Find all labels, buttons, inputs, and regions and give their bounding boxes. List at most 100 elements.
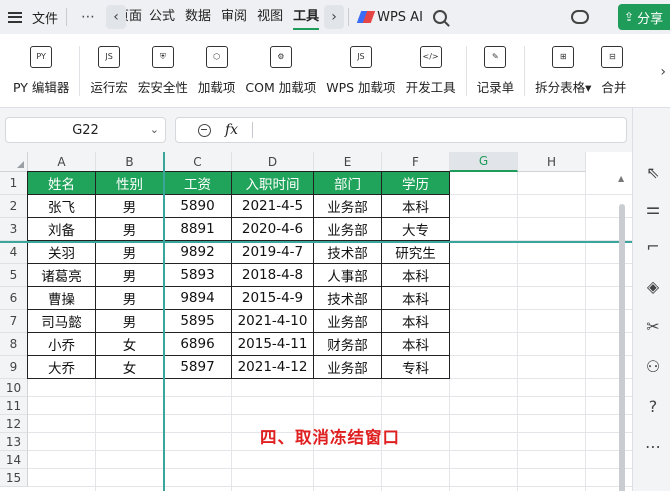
file-menu[interactable]: 文件 — [28, 8, 62, 27]
table-cell[interactable]: 男 — [96, 287, 164, 310]
table-cell[interactable]: 5890 — [164, 195, 232, 218]
com-addins-button[interactable]: ⚙ COM 加载项 — [240, 39, 321, 103]
table-cell[interactable]: 业务部 — [314, 310, 382, 333]
table-cell[interactable]: 男 — [96, 195, 164, 218]
table-cell[interactable]: 8891 — [164, 218, 232, 241]
column-header-d[interactable]: D — [232, 152, 314, 172]
vertical-scrollbar[interactable]: ▲ — [618, 174, 627, 491]
addins-button[interactable]: ⬡ 加载项 — [193, 39, 241, 103]
table-cell[interactable]: 2015-4-9 — [232, 287, 314, 310]
table-cell[interactable]: 刘备 — [28, 218, 96, 241]
tabs-scroll-left-button[interactable]: ‹ — [106, 5, 127, 29]
crop-icon[interactable]: ⌐ — [643, 236, 663, 256]
row-header-5[interactable]: 5 — [0, 264, 28, 287]
row-header-12[interactable]: 12 — [0, 415, 28, 433]
table-cell[interactable]: 大专 — [382, 218, 450, 241]
column-header-f[interactable]: F — [382, 152, 450, 172]
table-cell[interactable]: 本科 — [382, 333, 450, 356]
table-cell[interactable]: 诸葛亮 — [28, 264, 96, 287]
table-cell[interactable]: 男 — [96, 310, 164, 333]
select-all-corner[interactable] — [0, 152, 28, 172]
row-header-6[interactable]: 6 — [0, 287, 28, 310]
row-header-11[interactable]: 11 — [0, 397, 28, 415]
table-cell[interactable]: 关羽 — [28, 241, 96, 264]
column-header-h[interactable]: H — [518, 152, 586, 172]
column-header-e[interactable]: E — [314, 152, 382, 172]
table-cell[interactable]: 技术部 — [314, 287, 382, 310]
column-header-g[interactable]: G — [450, 152, 518, 172]
chevron-down-icon[interactable]: ⌄ — [150, 123, 159, 136]
table-header-cell[interactable]: 部门 — [314, 172, 382, 195]
table-cell[interactable]: 张飞 — [28, 195, 96, 218]
merge-table-button[interactable]: ⊟ 合并 — [596, 39, 626, 103]
name-box[interactable]: G22 ⌄ — [5, 117, 166, 143]
table-cell[interactable]: 5897 — [164, 356, 232, 379]
row-header-2[interactable]: 2 — [0, 195, 28, 218]
table-cell[interactable]: 本科 — [382, 264, 450, 287]
table-cell[interactable]: 男 — [96, 218, 164, 241]
style-icon[interactable]: ⚇ — [643, 356, 663, 376]
main-menu-icon[interactable] — [8, 11, 22, 23]
column-header-b[interactable]: B — [96, 152, 164, 172]
table-cell[interactable]: 业务部 — [314, 195, 382, 218]
ribbon-scroll-right-icon[interactable]: › — [660, 64, 666, 80]
wps-addins-button[interactable]: JS WPS 加载项 — [321, 39, 400, 103]
table-cell[interactable]: 技术部 — [314, 241, 382, 264]
table-header-cell[interactable]: 工资 — [164, 172, 232, 195]
table-cell[interactable]: 专科 — [382, 356, 450, 379]
table-cell[interactable]: 小乔 — [28, 333, 96, 356]
table-cell[interactable]: 业务部 — [314, 356, 382, 379]
tab-view[interactable]: 视图 — [252, 0, 288, 34]
developer-tools-button[interactable]: </> 开发工具 — [401, 39, 461, 103]
cloud-sync-icon[interactable] — [570, 10, 589, 24]
table-cell[interactable]: 2021-4-12 — [232, 356, 314, 379]
search-icon[interactable] — [432, 10, 447, 24]
tab-page-layout[interactable]: 页面 — [126, 0, 144, 34]
formula-input[interactable]: fx — [175, 117, 627, 143]
table-cell[interactable]: 人事部 — [314, 264, 382, 287]
record-form-button[interactable]: ✎ 记录单 — [472, 39, 520, 103]
table-cell[interactable]: 5893 — [164, 264, 232, 287]
tab-tools[interactable]: 工具 — [288, 0, 324, 34]
table-cell[interactable]: 曹操 — [28, 287, 96, 310]
row-header-15[interactable]: 15 — [0, 469, 28, 487]
ai-icon[interactable]: ◈ — [643, 276, 663, 296]
table-cell[interactable]: 女 — [96, 356, 164, 379]
column-header-a[interactable]: A — [28, 152, 96, 172]
row-header-9[interactable]: 9 — [0, 356, 28, 379]
run-macro-button[interactable]: JS 运行宏 — [85, 39, 133, 103]
table-cell[interactable]: 2021-4-10 — [232, 310, 314, 333]
table-cell[interactable]: 9892 — [164, 241, 232, 264]
table-cell[interactable]: 大乔 — [28, 356, 96, 379]
table-cell[interactable]: 2015-4-11 — [232, 333, 314, 356]
table-header-cell[interactable]: 姓名 — [28, 172, 96, 195]
row-header-4[interactable]: 4 — [0, 241, 28, 264]
tools-icon[interactable]: ✂ — [643, 316, 663, 336]
scroll-up-icon[interactable]: ▲ — [618, 174, 624, 183]
table-header-cell[interactable]: 学历 — [382, 172, 450, 195]
function-icon[interactable]: fx — [225, 122, 238, 138]
adjust-icon[interactable]: ⚌ — [643, 198, 663, 218]
table-cell[interactable]: 2018-4-8 — [232, 264, 314, 287]
column-header-c[interactable]: C — [164, 152, 232, 172]
row-header-1[interactable]: 1 — [0, 172, 28, 195]
row-header-14[interactable]: 14 — [0, 451, 28, 469]
share-button[interactable]: ⇪ 分享 — [618, 4, 670, 30]
more-icon[interactable]: ⋯ — [643, 436, 663, 456]
more-menu-button[interactable]: ⋯ — [81, 9, 96, 25]
table-cell[interactable]: 2021-4-5 — [232, 195, 314, 218]
tab-data[interactable]: 数据 — [180, 0, 216, 34]
table-cell[interactable]: 本科 — [382, 287, 450, 310]
row-header-7[interactable]: 7 — [0, 310, 28, 333]
spreadsheet-grid[interactable]: A B C D E F G H 1 2 3 4 5 6 7 8 9 10 11 12 13 14 15 姓名 性别 工资 入职时间部… — [0, 152, 632, 491]
tab-review[interactable]: 审阅 — [216, 0, 252, 34]
table-cell[interactable]: 男 — [96, 264, 164, 287]
table-cell[interactable]: 财务部 — [314, 333, 382, 356]
tabs-scroll-right-button[interactable]: › — [324, 5, 345, 29]
table-cell[interactable]: 研究生 — [382, 241, 450, 264]
row-header-8[interactable]: 8 — [0, 333, 28, 356]
select-icon[interactable]: ⇖ — [643, 162, 663, 182]
row-header-3[interactable]: 3 — [0, 218, 28, 241]
row-header-10[interactable]: 10 — [0, 379, 28, 397]
table-cell[interactable]: 业务部 — [314, 218, 382, 241]
